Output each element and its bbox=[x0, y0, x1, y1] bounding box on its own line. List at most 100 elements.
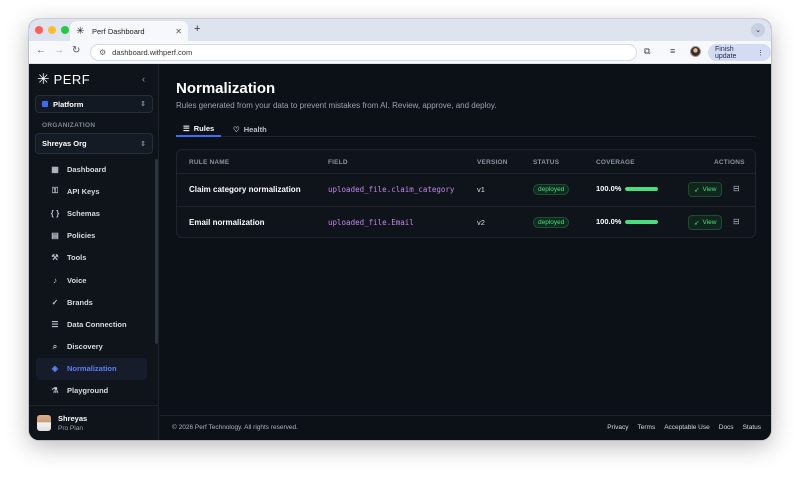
tab-title: Perf Dashboard bbox=[92, 26, 145, 36]
tab-health[interactable]: ♡ Health bbox=[233, 121, 267, 137]
window-controls bbox=[35, 26, 69, 34]
finish-update-label: Finish update bbox=[715, 45, 737, 60]
media-controls-icon[interactable]: ≡ bbox=[670, 46, 675, 56]
sidebar-item-label: Schemas bbox=[67, 208, 100, 218]
column-header-status: STATUS bbox=[533, 159, 560, 166]
microphone-icon: ♪ bbox=[53, 275, 57, 285]
sidebar-item-playground[interactable]: ⚗ Playground bbox=[36, 380, 147, 402]
app: ✳ PERF ‹ Platform ⇕ ORGANIZATION Shreyas… bbox=[29, 64, 771, 440]
sidebar-item-tools[interactable]: ⚒ Tools bbox=[36, 247, 147, 269]
logo-text: PERF bbox=[53, 72, 91, 87]
key-icon: ⚿ bbox=[51, 186, 59, 196]
close-window-button[interactable] bbox=[35, 26, 43, 34]
forward-arrow-icon[interactable]: → bbox=[54, 45, 64, 56]
sidebar-item-label: Playground bbox=[67, 386, 109, 396]
coverage-text: 100.0% bbox=[596, 217, 622, 226]
rule-version: v2 bbox=[477, 218, 485, 227]
sidebar-item-label: API Keys bbox=[67, 186, 100, 196]
coverage-bar-fill bbox=[625, 219, 659, 224]
footer: © 2026 Perf Technology. All rights reser… bbox=[160, 415, 771, 440]
browser-toolbar: ← → ↻ ⚙ dashboard.withperf.com ⧉ ≡ Finis… bbox=[29, 41, 771, 64]
organization-selector[interactable]: Shreyas Org ⇕ bbox=[35, 133, 153, 154]
coverage-indicator: 100.0% bbox=[596, 184, 659, 193]
table-row[interactable]: Claim category normalization uploaded_fi… bbox=[177, 174, 755, 206]
footer-link-privacy[interactable]: Privacy bbox=[607, 424, 628, 431]
sidebar-item-label: Policies bbox=[67, 231, 96, 241]
table-row[interactable]: Email normalization uploaded_file.Email … bbox=[177, 206, 755, 237]
sidebar-item-api-keys[interactable]: ⚿ API Keys bbox=[36, 180, 147, 202]
sidebar-item-brands[interactable]: ✓ Brands bbox=[36, 291, 147, 313]
tab-search-chevron-icon[interactable]: ⌄ bbox=[751, 23, 765, 37]
column-header-version: VERSION bbox=[477, 159, 508, 166]
new-tab-icon[interactable]: + bbox=[194, 23, 200, 35]
back-arrow-icon[interactable]: ← bbox=[36, 45, 46, 56]
column-header-rule-name: RULE NAME bbox=[189, 159, 230, 166]
site-info-icon[interactable]: ⚙ bbox=[99, 48, 106, 57]
sidebar-item-voice[interactable]: ♪ Voice bbox=[36, 269, 147, 291]
finish-update-button[interactable]: Finish update ⋮ bbox=[708, 44, 771, 61]
asterisk-logo-icon: ✳ bbox=[37, 71, 50, 88]
copyright-text: © 2026 Perf Technology. All rights reser… bbox=[172, 424, 298, 431]
sidebar-item-normalization[interactable]: ◈ Normalization bbox=[36, 357, 147, 380]
close-tab-icon[interactable]: ✕ bbox=[175, 27, 182, 36]
chevron-updown-icon: ⇕ bbox=[140, 101, 146, 108]
archive-icon[interactable]: ⊟ bbox=[733, 217, 740, 226]
user-profile[interactable]: Shreyas Pro Plan bbox=[29, 405, 159, 440]
reload-icon[interactable]: ↻ bbox=[72, 45, 80, 56]
main-content: Normalization Rules generated from your … bbox=[160, 64, 771, 440]
rules-table: RULE NAME FIELD VERSION STATUS COVERAGE … bbox=[176, 149, 756, 238]
sidebar-item-label: Brands bbox=[67, 297, 93, 307]
leaf-icon: ➶ bbox=[694, 186, 700, 194]
address-bar[interactable]: ⚙ dashboard.withperf.com bbox=[90, 44, 637, 61]
more-menu-icon: ⋮ bbox=[757, 49, 764, 57]
view-button[interactable]: ➶ View bbox=[688, 182, 723, 197]
sidebar-item-policies[interactable]: ▤ Policies bbox=[36, 225, 147, 247]
workspace-name: Platform bbox=[53, 99, 84, 109]
view-label: View bbox=[702, 219, 717, 226]
column-header-field: FIELD bbox=[328, 159, 348, 166]
avatar bbox=[37, 415, 51, 431]
page-subtitle: Rules generated from your data to preven… bbox=[176, 101, 497, 110]
sidebar-item-dashboard[interactable]: ▦ Dashboard bbox=[36, 158, 147, 180]
sidebar-item-label: Voice bbox=[67, 275, 87, 285]
workspace-selector[interactable]: Platform ⇕ bbox=[35, 95, 153, 113]
perf-favicon-icon: ✳ bbox=[76, 25, 85, 37]
footer-link-docs[interactable]: Docs bbox=[719, 424, 734, 431]
collapse-sidebar-icon[interactable]: ‹ bbox=[142, 74, 145, 84]
wrench-icon: ⚒ bbox=[51, 253, 59, 263]
sidebar-item-data-connection[interactable]: ☰ Data Connection bbox=[36, 313, 147, 335]
leaf-icon: ➶ bbox=[694, 219, 700, 227]
tab-strip: ✳ Perf Dashboard ✕ + ⌄ bbox=[29, 19, 771, 41]
page-title: Normalization bbox=[176, 80, 276, 97]
braces-icon: { } bbox=[50, 208, 60, 218]
sidebar-nav: ▦ Dashboard ⚿ API Keys { } Schemas ▤ Pol… bbox=[29, 158, 153, 402]
tab-label: Rules bbox=[193, 123, 215, 133]
view-button[interactable]: ➶ View bbox=[688, 215, 723, 230]
chevron-updown-icon: ⇕ bbox=[140, 140, 146, 148]
extensions-puzzle-icon[interactable]: ⧉ bbox=[644, 46, 650, 57]
rule-field: uploaded_file.Email bbox=[328, 218, 414, 227]
perf-logo[interactable]: ✳ PERF bbox=[37, 72, 90, 87]
view-label: View bbox=[702, 186, 717, 193]
footer-link-terms[interactable]: Terms bbox=[638, 424, 656, 431]
workspace-square-icon bbox=[42, 101, 48, 107]
sidebar-scrollbar[interactable] bbox=[155, 159, 158, 344]
organization-name: Shreyas Org bbox=[42, 139, 87, 148]
browser-window: ✳ Perf Dashboard ✕ + ⌄ ← → ↻ ⚙ dashboard… bbox=[29, 19, 771, 440]
tab-rules[interactable]: ☰ Rules bbox=[176, 121, 222, 137]
archive-icon[interactable]: ⊟ bbox=[733, 184, 740, 193]
sidebar: ✳ PERF ‹ Platform ⇕ ORGANIZATION Shreyas… bbox=[29, 64, 159, 440]
maximize-window-button[interactable] bbox=[61, 26, 69, 34]
footer-link-status[interactable]: Status bbox=[743, 424, 761, 431]
coverage-text: 100.0% bbox=[596, 184, 622, 193]
list-icon: ☰ bbox=[183, 123, 190, 133]
sidebar-item-discovery[interactable]: ⌕ Discovery bbox=[36, 336, 147, 358]
footer-link-acceptable-use[interactable]: Acceptable Use bbox=[664, 424, 710, 431]
user-name: Shreyas bbox=[58, 414, 88, 423]
rule-name: Claim category normalization bbox=[189, 185, 301, 194]
flask-icon: ⚗ bbox=[51, 386, 59, 396]
browser-tab[interactable]: ✳ Perf Dashboard ✕ bbox=[70, 21, 188, 41]
minimize-window-button[interactable] bbox=[48, 26, 56, 34]
profile-avatar[interactable] bbox=[690, 46, 701, 57]
sidebar-item-schemas[interactable]: { } Schemas bbox=[36, 202, 147, 224]
